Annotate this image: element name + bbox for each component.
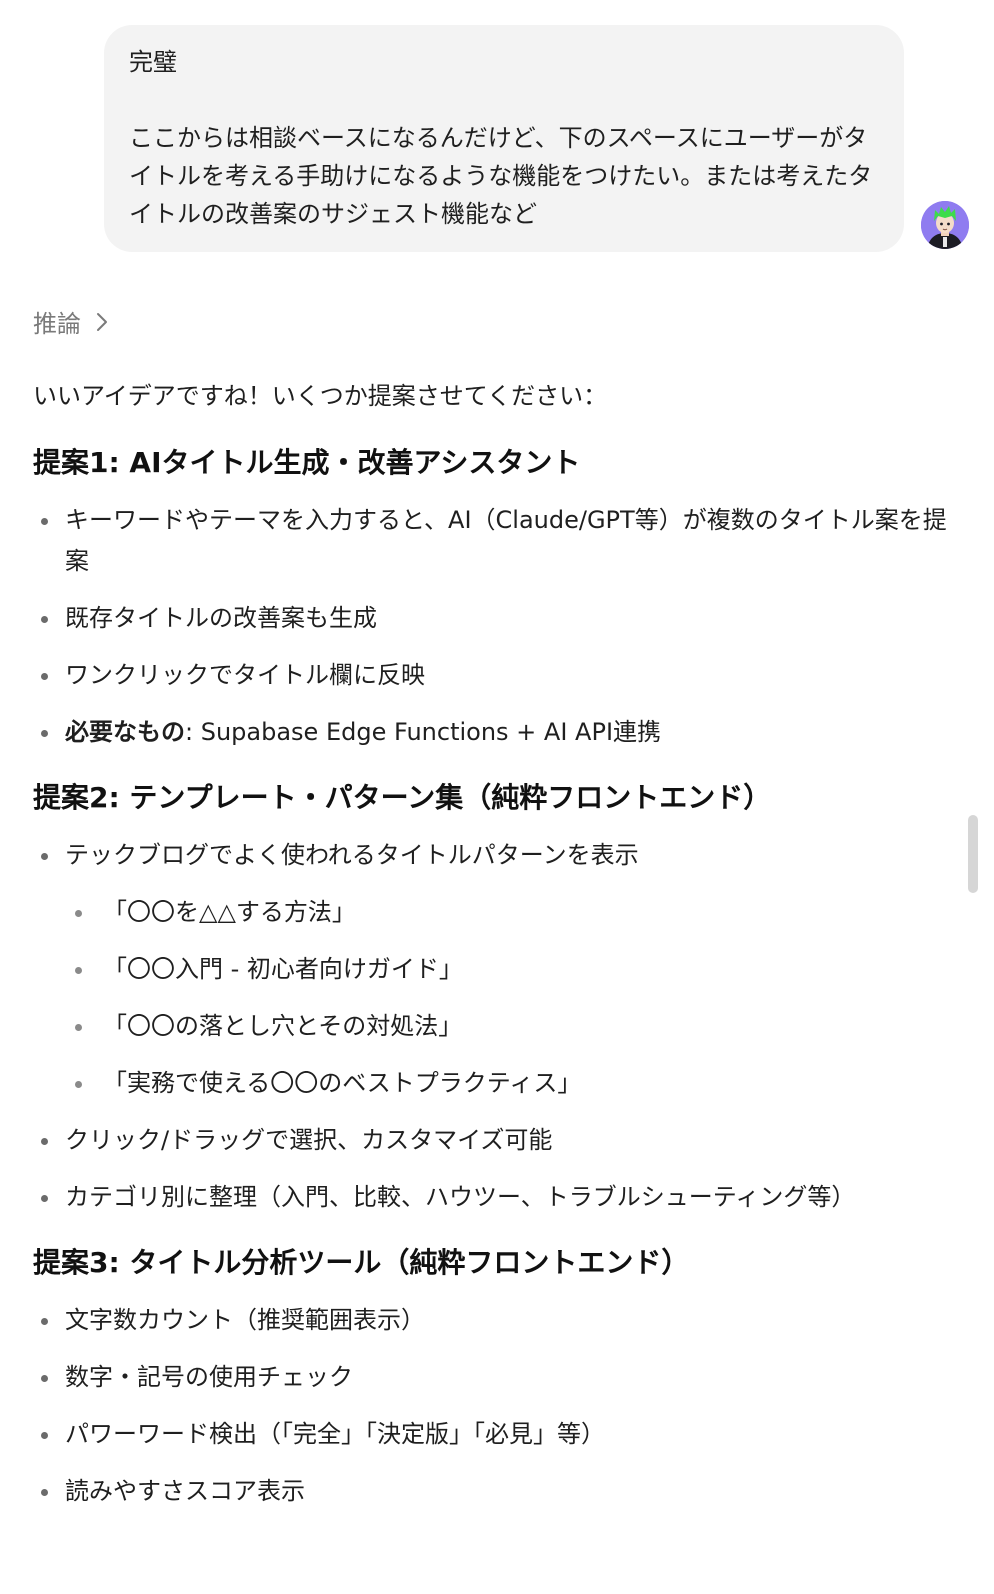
user-message-spacer (129, 81, 879, 119)
list-item: 数字・記号の使用チェック (33, 1357, 953, 1398)
pattern-item: 「〇〇を△△する方法」 (65, 892, 953, 933)
requirement-label: 必要なもの (65, 718, 185, 746)
avatar-character-icon (921, 201, 969, 249)
list-item: 読みやすさスコア表示 (33, 1471, 953, 1512)
reasoning-label: 推論 (33, 310, 81, 338)
user-message-line1: 完璧 (129, 48, 177, 76)
list-item-requirement: 必要なもの: Supabase Edge Functions + AI API連… (33, 712, 953, 753)
user-message-bubble: 完璧 ここからは相談ベースになるんだけど、下のスペースにユーザーがタイトルを考え… (104, 25, 904, 252)
chevron-right-icon (97, 312, 107, 331)
list-item: テックブログでよく使われるタイトルパターンを表示 「〇〇を△△する方法」 「〇〇… (33, 835, 953, 1104)
list-item: キーワードやテーマを入力すると、AI（Claude/GPT等）が複数のタイトル案… (33, 500, 953, 582)
pattern-item: 「〇〇の落とし穴とその対処法」 (65, 1006, 953, 1047)
pattern-item: 「〇〇入門 - 初心者向けガイド」 (65, 949, 953, 990)
list-item-text: テックブログでよく使われるタイトルパターンを表示 (65, 841, 639, 869)
list-item: 既存タイトルの改善案も生成 (33, 598, 953, 639)
proposal2-heading: 提案2: テンプレート・パターン集（純粋フロントエンド） (33, 781, 772, 814)
proposal1-heading: 提案1: AIタイトル生成・改善アシスタント (33, 446, 581, 479)
list-item: カテゴリ別に整理（入門、比較、ハウツー、トラブルシューティング等） (33, 1177, 953, 1218)
list-item: パワーワード検出（「完全」「決定版」「必見」等） (33, 1414, 953, 1455)
assistant-response: いいアイデアですね！いくつか提案させてください： 提案1: AIタイトル生成・改… (33, 376, 953, 1536)
assistant-intro: いいアイデアですね！いくつか提案させてください： (33, 382, 608, 410)
proposal1-list: キーワードやテーマを入力すると、AI（Claude/GPT等）が複数のタイトル案… (33, 500, 953, 753)
proposal3-list: 文字数カウント（推奨範囲表示） 数字・記号の使用チェック パワーワード検出（「完… (33, 1300, 953, 1512)
pattern-list: 「〇〇を△△する方法」 「〇〇入門 - 初心者向けガイド」 「〇〇の落とし穴とそ… (65, 892, 953, 1104)
requirement-value: : Supabase Edge Functions + AI API連携 (185, 718, 662, 746)
list-item: ワンクリックでタイトル欄に反映 (33, 655, 953, 696)
reasoning-toggle[interactable]: 推論 (33, 304, 109, 339)
user-avatar[interactable] (921, 201, 969, 249)
list-item: クリック/ドラッグで選択、カスタマイズ可能 (33, 1120, 953, 1161)
proposal3-heading: 提案3: タイトル分析ツール（純粋フロントエンド） (33, 1246, 690, 1279)
pattern-item: 「実務で使える〇〇のベストプラクティス」 (65, 1063, 953, 1104)
list-item: 文字数カウント（推奨範囲表示） (33, 1300, 953, 1341)
scrollbar-thumb[interactable] (968, 815, 978, 893)
user-message-paragraph: ここからは相談ベースになるんだけど、下のスペースにユーザーがタイトルを考える手助… (129, 124, 873, 228)
proposal2-list: テックブログでよく使われるタイトルパターンを表示 「〇〇を△△する方法」 「〇〇… (33, 835, 953, 1218)
